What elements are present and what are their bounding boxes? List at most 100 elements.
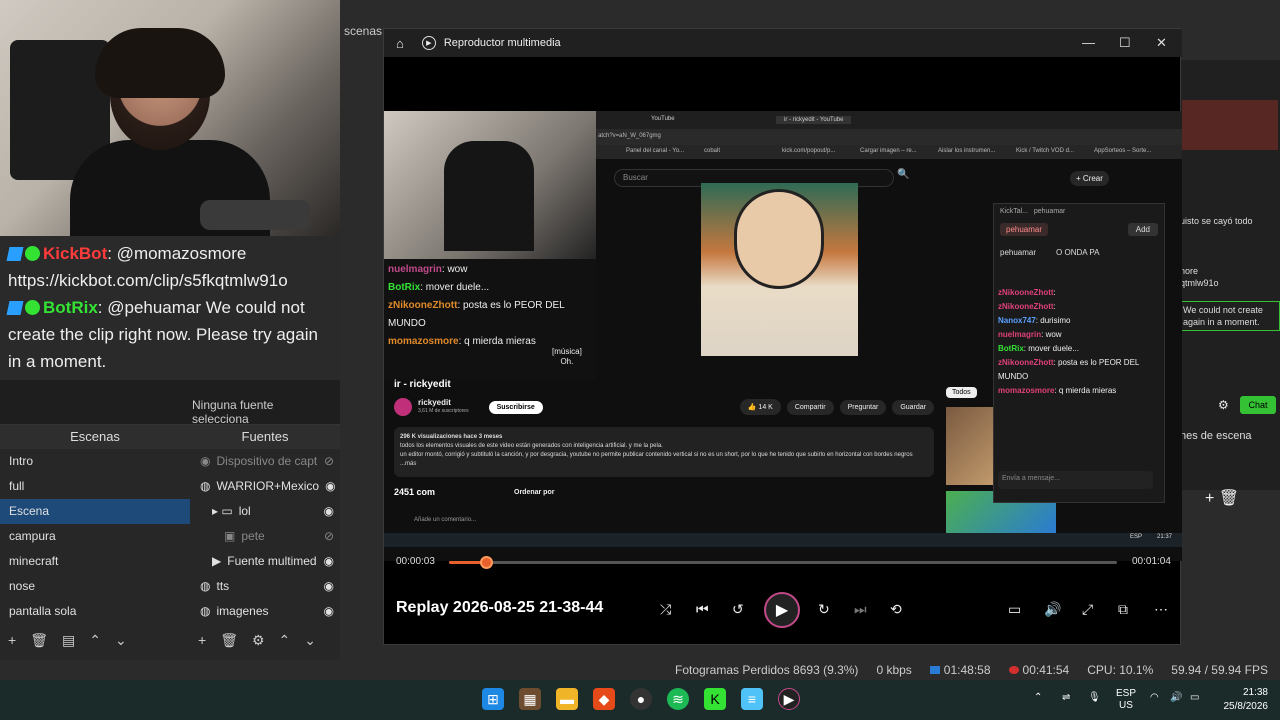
tray-app-icon[interactable]: ⇌ [1062, 692, 1070, 703]
recorded-taskbar: 21:37 ESP [384, 533, 1182, 547]
hidden-eye-icon[interactable]: ⊘ [324, 449, 334, 474]
eye-icon[interactable]: ◉ [324, 599, 334, 624]
seek-bar[interactable] [449, 556, 1117, 569]
file-explorer-icon[interactable]: ▬ [556, 688, 578, 710]
next-icon[interactable]: ⏭ [854, 601, 867, 618]
move-down-icon[interactable]: ⌄ [304, 632, 316, 649]
source-settings-icon[interactable]: ⚙ [252, 632, 265, 649]
kick-chat-line: momazosmore: q mierda mieras [998, 384, 1158, 398]
gear-icon[interactable]: ⚙ [1218, 398, 1229, 412]
maximize-icon[interactable]: ☐ [1119, 35, 1131, 51]
eye-icon[interactable]: ◉ [324, 499, 334, 524]
chat-nick: zNikooneZhott [998, 288, 1054, 297]
forward-30-icon[interactable]: ↻ [818, 601, 830, 618]
move-up-icon[interactable]: ⌃ [89, 632, 101, 649]
chat-nick: BotRix [43, 298, 98, 317]
recorded-webcam [384, 111, 596, 259]
play-button[interactable]: ▶ [764, 592, 800, 628]
eye-icon[interactable]: ◉ [324, 574, 334, 599]
scene-item[interactable]: campura [0, 524, 190, 549]
scene-item[interactable]: Escena [0, 499, 190, 524]
cpu-usage: CPU: 10.1% [1087, 663, 1154, 677]
start-icon[interactable]: ⊞ [482, 688, 504, 710]
repeat-off-icon[interactable]: ⟲ [890, 601, 902, 618]
tray-expand-icon[interactable]: ⌃ [1034, 692, 1042, 703]
source-item[interactable]: ◍ WARRIOR+Mexico ◉ [190, 474, 340, 499]
obs-icon[interactable]: ● [630, 688, 652, 710]
home-icon[interactable]: ⌂ [396, 36, 404, 51]
mod-badge-icon [6, 247, 24, 261]
globe-icon: ◍ [200, 579, 211, 593]
scene-item[interactable]: full [0, 474, 190, 499]
battery-icon[interactable]: ▭ [1190, 692, 1199, 703]
source-item[interactable]: ▸ ▭ lol ◉ [190, 499, 340, 524]
scene-item[interactable]: Intro [0, 449, 190, 474]
chat-nick: zNikooneZhott [388, 300, 458, 311]
source-item[interactable]: ◉ Dispositivo de capt ⊘ [190, 449, 340, 474]
scene-transitions-label: nes de escena [1180, 430, 1252, 442]
seek-handle[interactable] [479, 556, 493, 569]
add-scene-icon[interactable]: + [8, 632, 16, 648]
chat-nick: nuelmagrin [388, 264, 442, 275]
miniplayer-icon[interactable]: ⧉ [1118, 601, 1128, 618]
previous-icon[interactable]: ⏮ [696, 601, 709, 618]
chat-line-botrix: BotRix: @pehuamar We could not create th… [6, 294, 332, 375]
minecraft-icon[interactable]: ▦ [519, 688, 541, 710]
chat-button[interactable]: Chat [1240, 396, 1276, 414]
volume-icon[interactable]: 🔊 [1044, 601, 1061, 618]
thumbnail-face [734, 189, 824, 289]
system-clock[interactable]: 21:38 25/8/2026 [1224, 686, 1269, 714]
scene-item[interactable]: nose [0, 574, 190, 599]
stream-time-value: 01:48:58 [943, 663, 991, 677]
move-up-icon[interactable]: ⌃ [279, 632, 291, 649]
volume-tray-icon[interactable]: 🔊 [1170, 692, 1182, 703]
move-down-icon[interactable]: ⌄ [115, 632, 127, 649]
record-time: 00:41:54 [1008, 663, 1070, 677]
input-language[interactable]: ESP US [1116, 688, 1136, 712]
source-item[interactable]: ◍ imagenes ◉ [190, 599, 340, 624]
bookmarks-bar: Panel del canal - Yo... cobalt kick.com/po… [596, 145, 1182, 159]
shuffle-icon[interactable]: ⤮ [660, 601, 671, 618]
subtitles-icon[interactable]: ▭ [1008, 601, 1021, 618]
recorded-lang: ESP [1129, 534, 1142, 540]
minimize-icon[interactable]: — [1082, 35, 1095, 50]
spotify-icon[interactable]: ≋ [667, 688, 689, 710]
source-label: tts [216, 579, 230, 593]
close-icon[interactable]: ✕ [1156, 35, 1167, 51]
recorded-clock: 21:37 [1156, 534, 1172, 540]
stream-status-icon [929, 666, 940, 674]
scene-item[interactable]: minecraft [0, 549, 190, 574]
chat-nick: momazosmore [388, 336, 459, 347]
record-time-value: 00:41:54 [1022, 663, 1070, 677]
more-options-icon[interactable]: ⋯ [1154, 601, 1168, 618]
filters-icon[interactable]: ▤ [62, 632, 75, 649]
microphone-icon[interactable]: 🎙 [1088, 692, 1101, 703]
rewind-10-icon[interactable]: ↺ [732, 601, 744, 618]
source-item[interactable]: ▶ Fuente multimed ◉ [190, 549, 340, 574]
brave-browser-icon[interactable]: ◆ [593, 688, 615, 710]
video-frame[interactable]: YouTube ir - rickyedit - YouTube atch?v=… [384, 111, 1182, 561]
fullscreen-icon[interactable]: ⤢ [1082, 601, 1093, 618]
kick-chat-line: zNikooneZhott: posta es lo PEOR DEL MUND… [998, 356, 1158, 384]
like-count: 14 K [758, 404, 773, 411]
windows-taskbar: ⊞ ▦ ▬ ◆ ● ≋ K ≡ ▶ ⌃ ⇌ 🎙 ESP US ◠ 🔊 ▭ 21:3… [0, 680, 1280, 720]
eye-icon[interactable]: ◉ [324, 549, 334, 574]
ask-button: Preguntar [839, 399, 887, 415]
desc-line-2: un editor montó, corrigió y subtituló la… [400, 452, 913, 467]
media-player-icon[interactable]: ▶ [778, 688, 800, 710]
notepad-icon[interactable]: ≡ [741, 688, 763, 710]
image-icon: ▣ [224, 529, 236, 543]
remove-source-icon[interactable]: 🗑 [220, 632, 238, 649]
add-source-icon[interactable]: + [198, 632, 206, 648]
remove-scene-icon[interactable]: 🗑 [30, 632, 48, 649]
hidden-eye-icon[interactable]: ⊘ [324, 524, 334, 549]
source-item[interactable]: ◍ tts ◉ [190, 574, 340, 599]
eye-icon[interactable]: ◉ [325, 474, 335, 499]
source-item[interactable]: ▣ pete ⊘ [190, 524, 340, 549]
kick-icon[interactable]: K [704, 688, 726, 710]
add-transition-icon[interactable]: + 🗑 [1205, 488, 1239, 508]
wifi-icon[interactable]: ◠ [1150, 692, 1159, 703]
caption-oh: Oh. [560, 357, 574, 366]
obs-status-bar: Fotogramas Perdidos 8693 (9.3%) 0 kbps 0… [0, 660, 1280, 680]
scene-item[interactable]: pantalla sola [0, 599, 190, 624]
